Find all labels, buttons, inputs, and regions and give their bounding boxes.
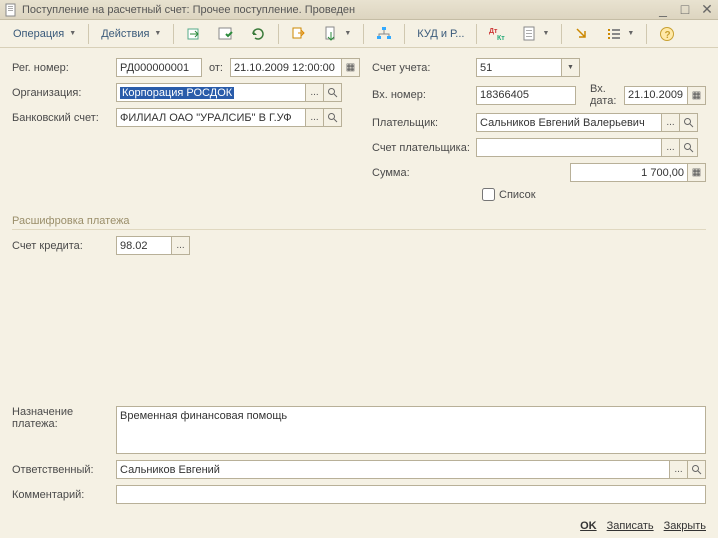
chevron-down-icon[interactable]: ▼ xyxy=(562,58,580,77)
operation-menu[interactable]: Операция▼ xyxy=(6,23,83,45)
close-button[interactable]: ✕ xyxy=(700,1,714,18)
payer-label: Плательщик: xyxy=(372,117,472,129)
ok-button[interactable]: OK xyxy=(580,520,597,532)
ellipsis-button[interactable]: ... xyxy=(662,138,680,157)
chevron-down-icon: ▼ xyxy=(154,30,161,37)
window-title: Поступление на расчетный счет: Прочее по… xyxy=(22,4,656,16)
ot-label: от: xyxy=(209,62,223,74)
magnifier-icon[interactable] xyxy=(324,83,342,102)
report-icon xyxy=(521,26,537,42)
tool-copy[interactable] xyxy=(284,23,314,45)
acct-input[interactable] xyxy=(476,58,562,77)
list-checkbox-label: Список xyxy=(499,189,536,201)
arrow-down-right-icon xyxy=(574,26,590,42)
tool-list[interactable]: ▼ xyxy=(599,23,641,45)
reg-num-label: Рег. номер: xyxy=(12,62,112,74)
dtkt-icon: ДтКт xyxy=(489,26,505,42)
tool-report[interactable]: ▼ xyxy=(514,23,556,45)
vxdate-label: Вх. дата: xyxy=(590,83,620,107)
save-button[interactable]: Записать xyxy=(607,520,654,532)
payer-acct-input[interactable] xyxy=(476,138,662,157)
chevron-down-icon: ▼ xyxy=(627,30,634,37)
vxdate-input[interactable] xyxy=(624,86,688,105)
svg-text:Дт: Дт xyxy=(489,28,498,35)
sum-label: Сумма: xyxy=(372,167,472,179)
tool-ledger[interactable] xyxy=(211,23,241,45)
org-input[interactable]: Корпорация РОСДОК xyxy=(116,83,306,102)
document-icon xyxy=(4,3,18,17)
vxnum-input[interactable] xyxy=(476,86,576,105)
acct-label: Счет учета: xyxy=(372,62,472,74)
calculator-icon[interactable]: ▦ xyxy=(688,163,706,182)
ellipsis-button[interactable]: ... xyxy=(306,83,324,102)
tool-doc-down[interactable]: ▼ xyxy=(316,23,358,45)
bank-input[interactable] xyxy=(116,108,306,127)
ellipsis-button[interactable]: ... xyxy=(172,236,190,255)
tool-structure[interactable] xyxy=(369,23,399,45)
comment-label: Комментарий: xyxy=(12,489,112,501)
help-icon: ? xyxy=(659,26,675,42)
ellipsis-button[interactable]: ... xyxy=(670,460,688,479)
tool-help[interactable]: ? xyxy=(652,23,682,45)
tree-icon xyxy=(376,26,392,42)
tool-refresh[interactable] xyxy=(243,23,273,45)
doc-green-icon xyxy=(323,26,339,42)
chevron-down-icon: ▼ xyxy=(542,30,549,37)
resp-input[interactable] xyxy=(116,460,670,479)
tool-post[interactable] xyxy=(179,23,209,45)
close-footer-button[interactable]: Закрыть xyxy=(664,520,706,532)
purpose-input[interactable]: Временная финансовая помощь xyxy=(116,406,706,454)
magnifier-icon[interactable] xyxy=(680,138,698,157)
payer-acct-label: Счет плательщика: xyxy=(372,142,472,154)
list-checkbox[interactable] xyxy=(482,188,495,201)
vxnum-label: Вх. номер: xyxy=(372,89,472,101)
calendar-icon[interactable]: ▦ xyxy=(342,58,360,77)
credit-label: Счет кредита: xyxy=(12,240,112,252)
calendar-icon[interactable]: ▦ xyxy=(688,86,706,105)
ellipsis-button[interactable]: ... xyxy=(662,113,680,132)
bank-label: Банковский счет: xyxy=(12,112,112,124)
reg-num-input[interactable] xyxy=(116,58,202,77)
payer-input[interactable] xyxy=(476,113,662,132)
org-label: Организация: xyxy=(12,87,112,99)
tool-kudir[interactable]: КУД и Р... xyxy=(410,23,471,45)
minimize-button[interactable]: _ xyxy=(656,1,670,18)
svg-text:?: ? xyxy=(665,30,671,41)
credit-input[interactable] xyxy=(116,236,172,255)
list-icon xyxy=(606,26,622,42)
svg-text:Кт: Кт xyxy=(497,35,505,42)
comment-input[interactable] xyxy=(116,485,706,504)
tool-dtkt[interactable]: ДтКт xyxy=(482,23,512,45)
magnifier-icon[interactable] xyxy=(688,460,706,479)
table-green-icon xyxy=(218,26,234,42)
payment-detail-section: Расшифровка платежа xyxy=(12,215,706,230)
arrow-icon xyxy=(186,26,202,42)
date-input[interactable] xyxy=(230,58,342,77)
maximize-button[interactable]: □ xyxy=(678,1,692,18)
resp-label: Ответственный: xyxy=(12,464,112,476)
magnifier-icon[interactable] xyxy=(324,108,342,127)
chevron-down-icon: ▼ xyxy=(344,30,351,37)
purpose-label: Назначениеплатежа: xyxy=(12,406,112,430)
tool-link[interactable] xyxy=(567,23,597,45)
magnifier-icon[interactable] xyxy=(680,113,698,132)
chevron-down-icon: ▼ xyxy=(69,30,76,37)
copy-arrow-icon xyxy=(291,26,307,42)
refresh-icon xyxy=(250,26,266,42)
ellipsis-button[interactable]: ... xyxy=(306,108,324,127)
sum-input[interactable] xyxy=(570,163,688,182)
actions-menu[interactable]: Действия▼ xyxy=(94,23,168,45)
